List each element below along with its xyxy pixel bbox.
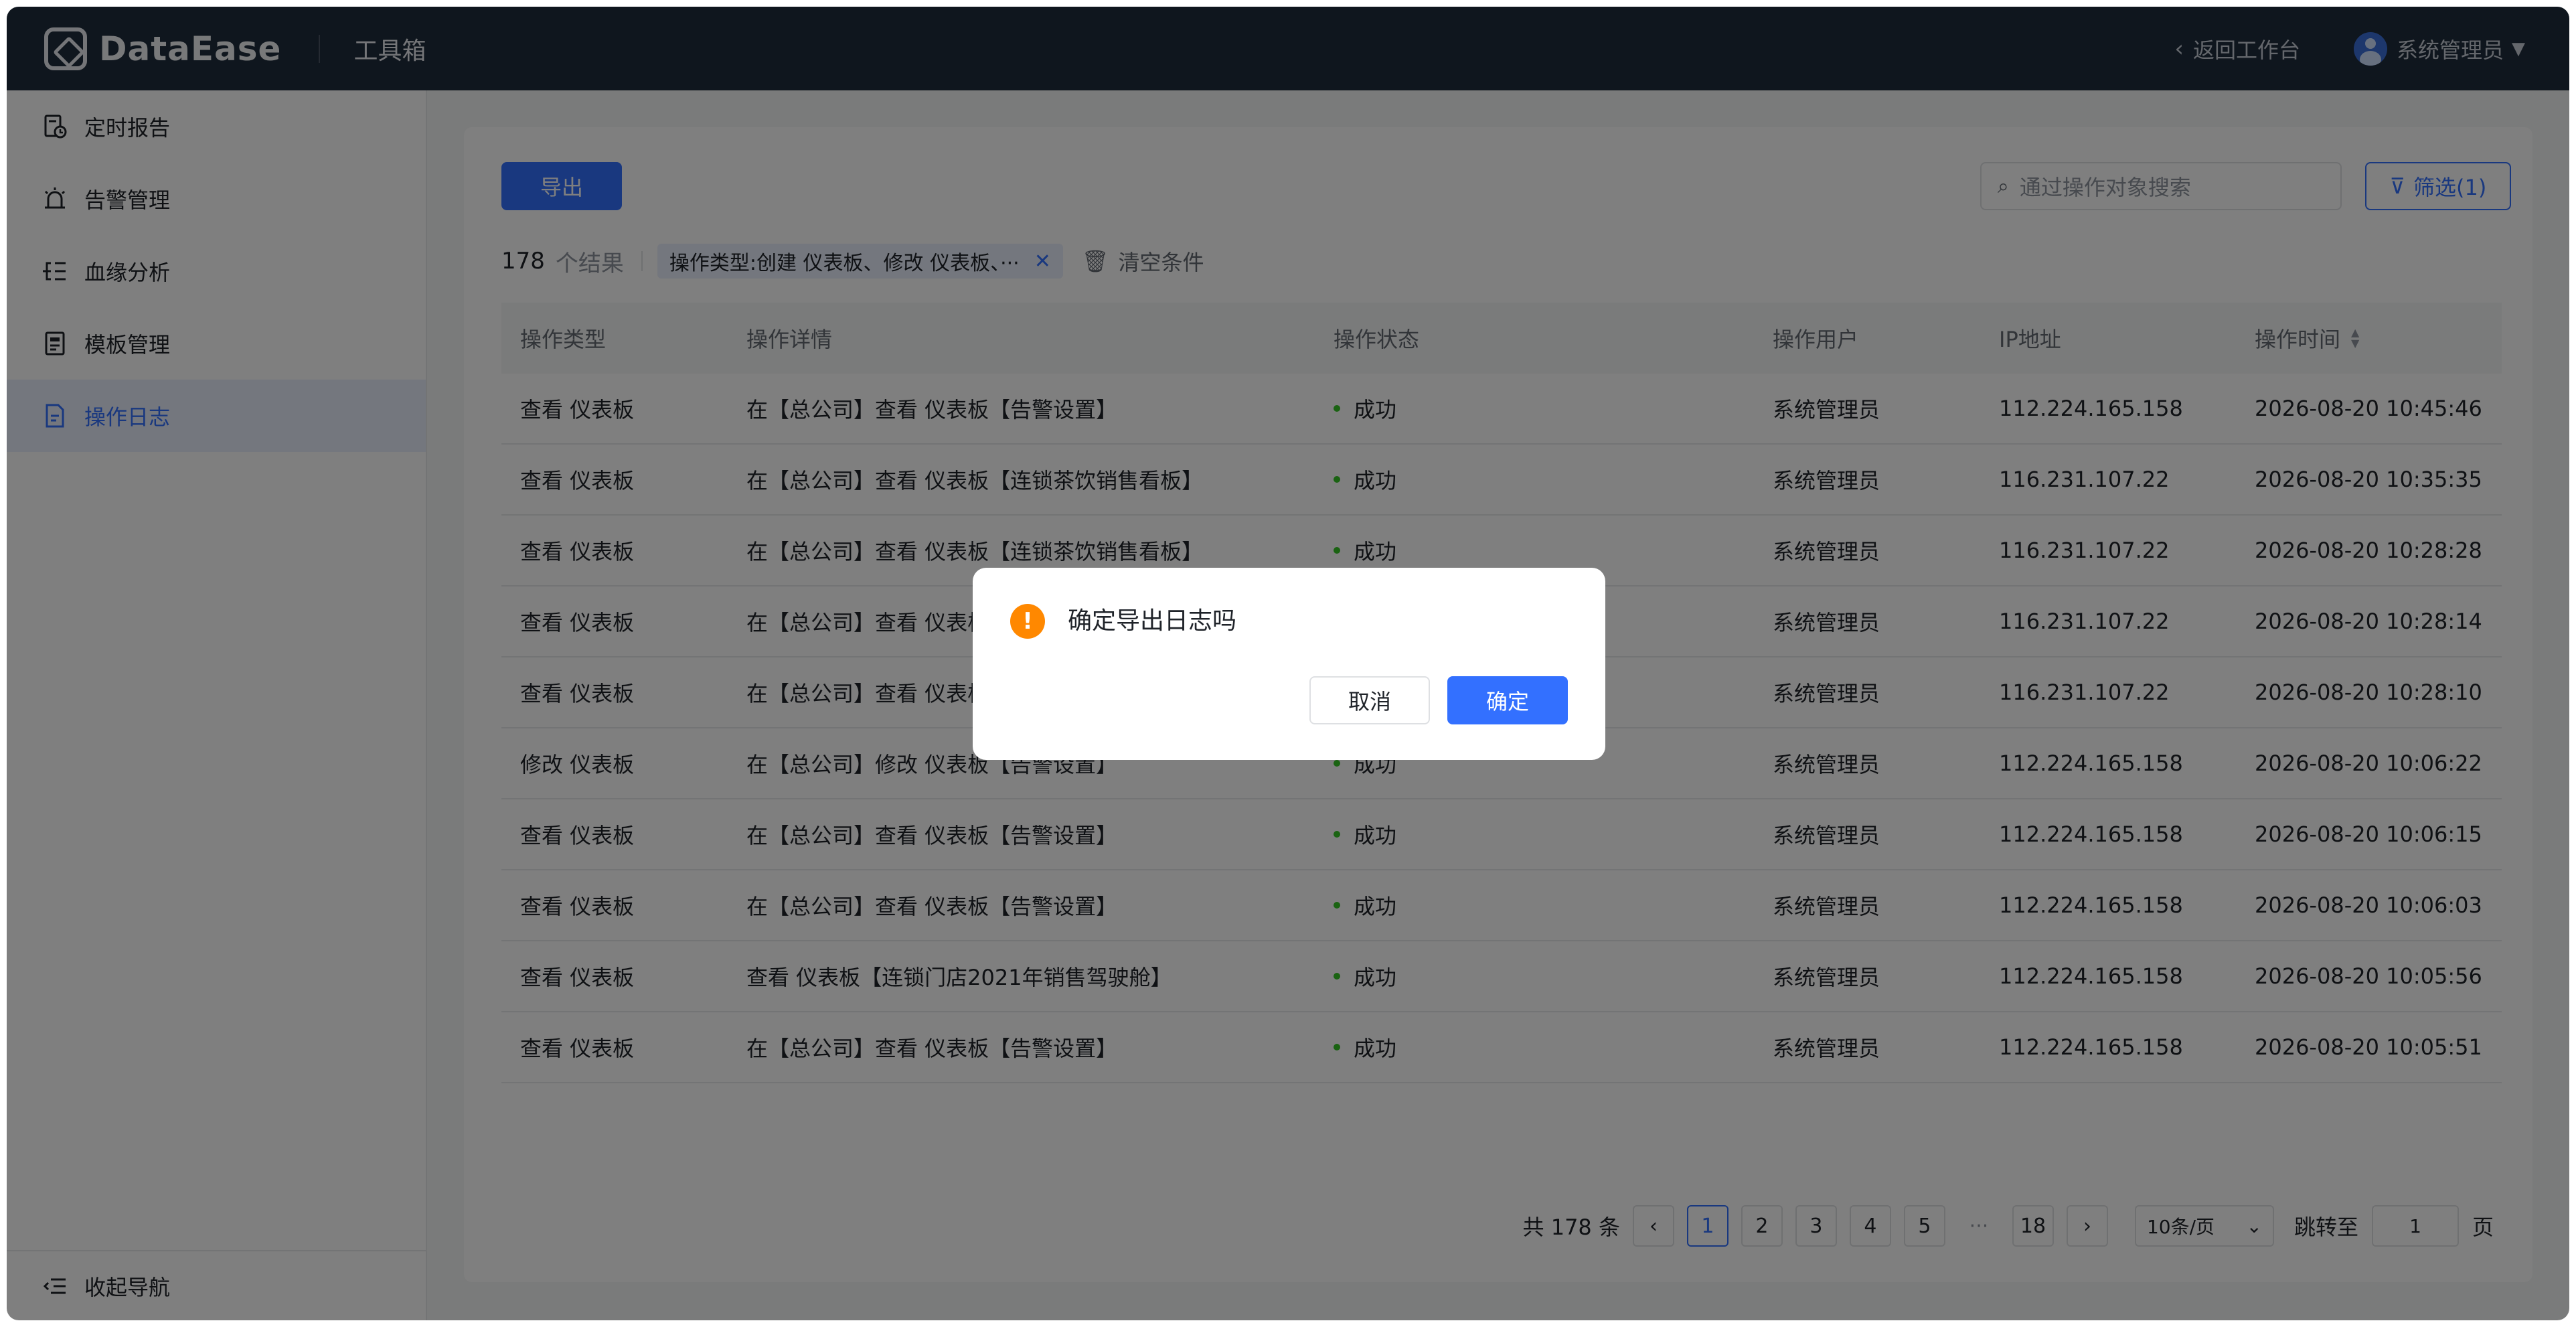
warning-icon: !: [1010, 604, 1045, 639]
confirm-button[interactable]: 确定: [1447, 676, 1568, 724]
dialog-title: 确定导出日志吗: [1068, 607, 1237, 635]
cancel-button[interactable]: 取消: [1309, 676, 1430, 724]
confirm-dialog: ! 确定导出日志吗 取消 确定: [973, 568, 1605, 760]
